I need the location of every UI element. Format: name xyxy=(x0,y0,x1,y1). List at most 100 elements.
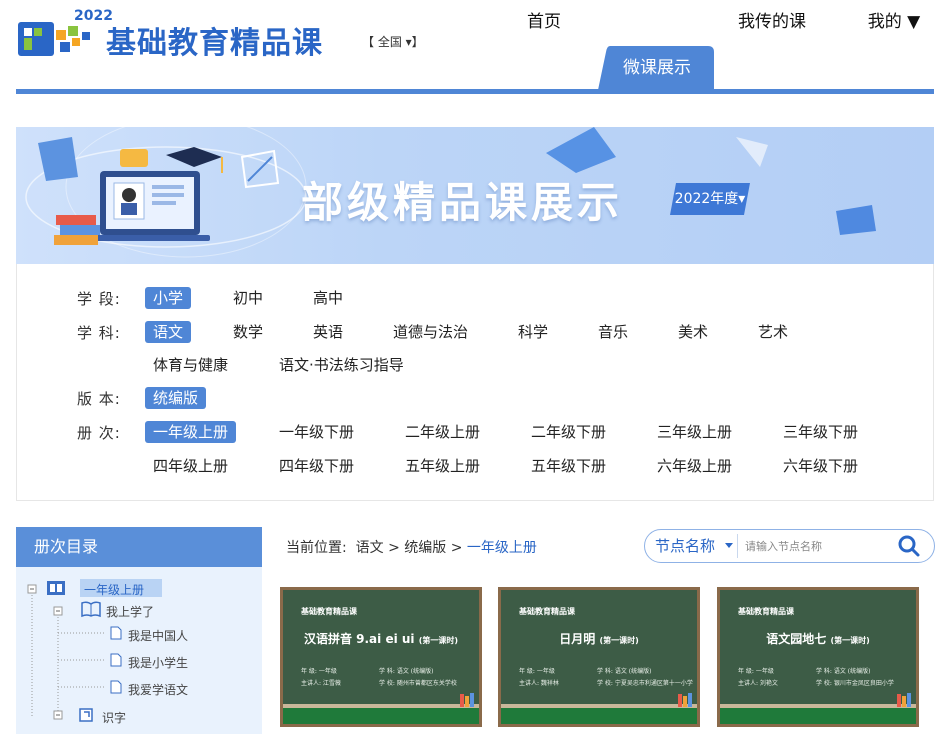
filter-label-subject: 学 科: xyxy=(77,324,121,342)
nav-micro-lessons[interactable]: 微课展示 xyxy=(598,46,716,90)
tree-item-pupil[interactable]: 我是小学生 xyxy=(128,654,188,671)
card-brand: 基础教育精品课 xyxy=(738,607,794,616)
card-subtitle: (第一课时) xyxy=(418,636,459,645)
card-title-text: 汉语拼音 9.ai ei ui xyxy=(303,632,415,646)
breadcrumb-item[interactable]: 语文 xyxy=(356,540,384,556)
filter-stage-primary[interactable]: 小学 xyxy=(145,287,192,309)
filter-subject-arts[interactable]: 艺术 xyxy=(750,321,796,343)
filter-volume-1a[interactable]: 一年级上册 xyxy=(145,421,237,443)
card-teacher: 主讲人: 刘艳文 xyxy=(738,680,778,687)
year-selector-label: 2022年度▾ xyxy=(674,191,746,207)
filter-volume-2a[interactable]: 二年级上册 xyxy=(397,421,488,443)
nav-my-menu[interactable]: 我的 ▼ xyxy=(862,0,926,44)
card-brand: 基础教育精品课 xyxy=(519,607,575,616)
year-selector[interactable]: 2022年度▾ xyxy=(670,183,750,215)
card-title-text: 日月明 xyxy=(559,632,596,646)
breadcrumb-sep: > xyxy=(450,540,463,556)
card-subject: 学 科: 语文 (统编版) xyxy=(379,668,434,675)
catalog-sidebar: 册次目录 一年级上册 我上学了 我是中国人 我是小学生 我爱学语文 识字 xyxy=(16,527,262,734)
document-icon xyxy=(110,680,122,694)
books-icon xyxy=(678,693,692,707)
header-divider xyxy=(16,89,934,94)
nav-my-uploads[interactable]: 我传的课 xyxy=(730,0,814,44)
card-school: 学 校: 银川市金凤区良田小学 xyxy=(816,680,894,687)
filter-panel: 学 段: 小学 初中 高中 学 科: 语文 数学 英语 道德与法治 科学 音乐 … xyxy=(16,264,934,501)
lesson-card[interactable]: 基础教育精品课 汉语拼音 9.ai ei ui (第一课时) 年 级: 一年级 … xyxy=(280,587,482,727)
card-footer-strip xyxy=(283,708,479,724)
lesson-card[interactable]: 基础教育精品课 语文园地七 (第一课时) 年 级: 一年级 学 科: 语文 (统… xyxy=(717,587,919,727)
tree-item-school[interactable]: 我上学了 xyxy=(106,603,154,620)
card-grade: 年 级: 一年级 xyxy=(301,668,337,675)
books-icon xyxy=(897,693,911,707)
filter-volume-5a[interactable]: 五年级上册 xyxy=(397,455,488,477)
filter-volume-4a[interactable]: 四年级上册 xyxy=(145,455,236,477)
card-title-text: 语文园地七 xyxy=(766,632,827,646)
tree-item-chinese-person[interactable]: 我是中国人 xyxy=(128,627,188,644)
filter-label-volume: 册 次: xyxy=(77,424,121,442)
filter-volume-6a[interactable]: 六年级上册 xyxy=(649,455,740,477)
search-bar: 节点名称 xyxy=(644,529,935,563)
filter-volume-3a[interactable]: 三年级上册 xyxy=(649,421,740,443)
filter-volume-5b[interactable]: 五年级下册 xyxy=(523,455,614,477)
tree-item-literacy[interactable]: 识字 xyxy=(102,709,126,726)
filter-subject-chinese[interactable]: 语文 xyxy=(145,321,192,343)
filter-volume-1b[interactable]: 一年级下册 xyxy=(271,421,362,443)
breadcrumb-current: 一年级上册 xyxy=(466,540,537,556)
card-school: 学 校: 宁夏吴忠市利通区第十一小学 xyxy=(597,680,693,687)
tree-item-grade1a[interactable]: 一年级上册 xyxy=(84,581,144,598)
filter-edition-tongbian[interactable]: 统编版 xyxy=(145,387,207,409)
card-title: 语文园地七 (第一课时) xyxy=(720,630,916,647)
region-selector[interactable]: 【 全国 ▾】 xyxy=(362,33,424,50)
book-stack-icon xyxy=(47,581,65,595)
sidebar-title: 册次目录 xyxy=(16,527,262,567)
breadcrumb-prefix: 当前位置: xyxy=(286,540,347,556)
site-title[interactable]: 基础教育精品课 xyxy=(106,18,323,62)
nav-home[interactable]: 首页 xyxy=(512,0,576,44)
filter-volume-2b[interactable]: 二年级下册 xyxy=(523,421,614,443)
search-divider xyxy=(737,534,738,558)
filter-subject-science[interactable]: 科学 xyxy=(510,321,556,343)
tree-item-love-chinese[interactable]: 我爱学语文 xyxy=(128,681,188,698)
filter-subject-pe[interactable]: 体育与健康 xyxy=(145,354,236,376)
banner-title: 部级精品课展示 xyxy=(301,178,624,227)
card-title: 日月明 (第一课时) xyxy=(501,630,697,647)
search-icon[interactable] xyxy=(897,534,921,558)
breadcrumb-item[interactable]: 统编版 xyxy=(404,540,446,556)
filter-label-stage: 学 段: xyxy=(77,290,121,308)
breadcrumb-sep: > xyxy=(388,540,400,556)
filter-subject-music[interactable]: 音乐 xyxy=(590,321,636,343)
lesson-card[interactable]: 基础教育精品课 日月明 (第一课时) 年 级: 一年级 学 科: 语文 (统编版… xyxy=(498,587,700,727)
breadcrumb: 当前位置: 语文 > 统编版 > 一年级上册 xyxy=(286,537,537,557)
site-header: 2022 基础教育精品课 【 全国 ▾】 首页 微课展示 我传的课 我的 ▼ xyxy=(0,0,952,95)
filter-volume-3b[interactable]: 三年级下册 xyxy=(775,421,866,443)
chalkboard: 基础教育精品课 语文园地七 (第一课时) 年 级: 一年级 学 科: 语文 (统… xyxy=(720,590,916,724)
filter-subject-calligraphy[interactable]: 语文·书法练习指导 xyxy=(271,354,412,376)
card-subject: 学 科: 语文 (统编版) xyxy=(597,668,652,675)
card-footer-strip xyxy=(720,708,916,724)
search-type-select[interactable]: 节点名称 xyxy=(655,530,715,562)
banner: 部级精品课展示 2022年度▾ xyxy=(16,127,934,264)
filter-subject-morality[interactable]: 道德与法治 xyxy=(385,321,476,343)
chalkboard: 基础教育精品课 日月明 (第一课时) 年 级: 一年级 学 科: 语文 (统编版… xyxy=(501,590,697,724)
open-book-icon xyxy=(81,601,101,618)
search-input[interactable] xyxy=(745,535,895,557)
filter-stage-junior[interactable]: 初中 xyxy=(225,287,271,309)
filter-subject-english[interactable]: 英语 xyxy=(305,321,351,343)
chevron-down-icon[interactable] xyxy=(725,543,733,548)
books-icon xyxy=(460,693,474,707)
card-school: 学 校: 随州市曾都区东关学校 xyxy=(379,680,457,687)
filter-subject-math[interactable]: 数学 xyxy=(225,321,271,343)
card-title: 汉语拼音 9.ai ei ui (第一课时) xyxy=(283,630,479,647)
document-icon xyxy=(110,626,122,640)
filter-subject-fine-arts[interactable]: 美术 xyxy=(670,321,716,343)
card-teacher: 主讲人: 江雪薇 xyxy=(301,680,341,687)
filter-volume-4b[interactable]: 四年级下册 xyxy=(271,455,362,477)
card-brand: 基础教育精品课 xyxy=(301,607,357,616)
card-teacher: 主讲人: 魏祥林 xyxy=(519,680,559,687)
card-subtitle: (第一课时) xyxy=(599,636,639,645)
document-icon xyxy=(110,653,122,667)
filter-volume-6b[interactable]: 六年级下册 xyxy=(775,455,866,477)
unit-icon xyxy=(79,708,93,722)
filter-stage-senior[interactable]: 高中 xyxy=(305,287,351,309)
card-footer-strip xyxy=(501,708,697,724)
